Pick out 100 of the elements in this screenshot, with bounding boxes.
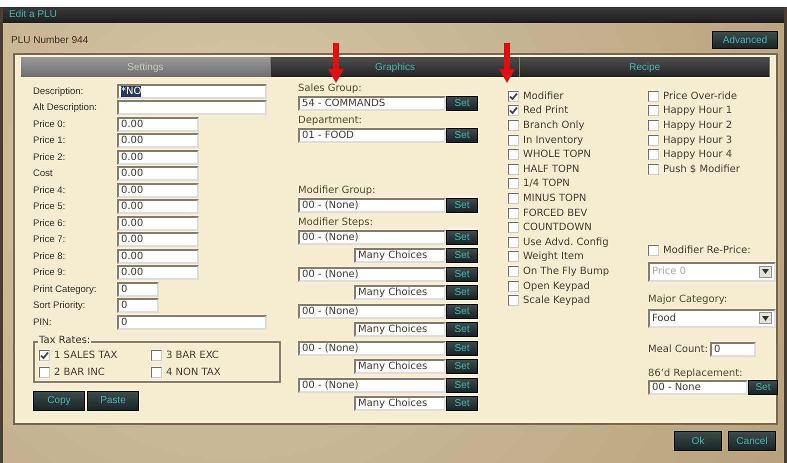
input-field[interactable]: 0 (117, 282, 159, 297)
set-button[interactable]: Set (446, 304, 478, 318)
edit-button[interactable]: Copy (33, 390, 85, 410)
checkbox[interactable] (508, 208, 519, 219)
checkbox-label: Use Advd. Config (523, 236, 609, 248)
checkbox[interactable] (508, 266, 519, 277)
input-field[interactable]: 0 (117, 314, 267, 330)
input-field[interactable]: 00 - (None) (298, 378, 446, 392)
set-button[interactable]: Set (446, 359, 478, 374)
field-label: Description: (33, 86, 84, 97)
set-button[interactable]: Set (446, 396, 478, 411)
checkbox-label: Happy Hour 3 (663, 134, 732, 146)
checkbox[interactable] (508, 105, 519, 116)
checkbox[interactable] (648, 105, 659, 116)
set-button[interactable]: Set (446, 266, 478, 282)
field-label: Price 0: (33, 118, 66, 130)
checkbox[interactable] (508, 295, 519, 306)
dialog-button[interactable]: Ok (674, 431, 722, 451)
checkbox[interactable] (648, 90, 659, 102)
checkbox-label: Happy Hour 4 (663, 149, 732, 160)
checkbox[interactable] (508, 236, 519, 248)
input-field[interactable]: 0.00 (117, 216, 199, 231)
checkbox[interactable] (508, 164, 519, 175)
checkbox-label: Price Over-ride (663, 90, 737, 102)
checkbox[interactable] (39, 366, 50, 378)
set-button[interactable]: Set (446, 198, 478, 212)
set-button[interactable]: Set (446, 230, 478, 244)
input-field[interactable]: 0.00 (117, 199, 199, 214)
input-field[interactable]: 0.00 (117, 265, 199, 280)
input-field[interactable]: 00 - (None) (298, 266, 446, 282)
input-field[interactable]: 0.00 (117, 248, 199, 264)
checkbox-label: Modifier (523, 90, 564, 102)
input-field[interactable]: 00 - None (648, 380, 748, 396)
tab[interactable]: Graphics (270, 57, 520, 77)
checkbox-label: COUNTDOWN (523, 222, 592, 234)
section-label: Modifier Steps: (298, 217, 374, 229)
field-label: Price 7: (33, 234, 66, 246)
field-label: Price 6: (33, 218, 66, 229)
tab[interactable]: Recipe (520, 57, 770, 77)
checkbox-label: 3 BAR EXC (166, 350, 219, 362)
dropdown[interactable]: Food (648, 308, 776, 328)
checkbox[interactable] (39, 350, 50, 362)
checkbox[interactable] (508, 149, 519, 160)
field-label: Price 1: (33, 135, 66, 146)
checkbox[interactable] (508, 134, 519, 146)
checkbox-label: Happy Hour 2 (663, 120, 732, 131)
checkbox[interactable] (151, 366, 162, 378)
checkbox[interactable] (648, 134, 659, 146)
checkbox-label: Weight Item (523, 251, 584, 262)
set-button[interactable]: Set (748, 380, 778, 396)
section-label: Sales Group: (298, 83, 363, 95)
dropdown-caret-icon[interactable] (759, 312, 772, 324)
input-field[interactable]: 00 - (None) (298, 340, 446, 356)
input-field[interactable]: 54 - COMMANDS (298, 96, 446, 110)
input-field[interactable]: Many Choices (354, 396, 446, 411)
checkbox[interactable] (508, 280, 519, 292)
input-field[interactable]: Many Choices (354, 248, 446, 263)
dialog-button[interactable]: Cancel (728, 431, 776, 451)
checkbox[interactable] (648, 164, 659, 175)
input-field[interactable]: 01 - FOOD (298, 128, 446, 142)
input-field[interactable]: 0 (710, 342, 756, 358)
edit-button[interactable]: Paste (87, 390, 139, 410)
checkbox[interactable] (648, 120, 659, 131)
input-field[interactable]: 0.00 (117, 166, 199, 182)
field-label: Price 9: (33, 267, 66, 278)
checkbox[interactable] (151, 350, 162, 362)
set-button[interactable]: Set (446, 285, 478, 300)
field-label: Cost (33, 168, 54, 180)
checkbox-label: WHOLE TOPN (523, 149, 591, 160)
input-field[interactable]: 0.00 (117, 116, 199, 132)
input-field[interactable]: *NO (117, 84, 267, 99)
input-field[interactable]: 0.00 (117, 133, 199, 148)
input-field[interactable]: 0.00 (117, 232, 199, 248)
set-button[interactable]: Set (446, 128, 478, 142)
input-field[interactable]: Many Choices (354, 322, 446, 337)
set-button[interactable]: Set (446, 378, 478, 392)
checkbox-label: HALF TOPN (523, 164, 580, 175)
set-button[interactable]: Set (446, 340, 478, 356)
input-field[interactable]: 00 - (None) (298, 304, 446, 318)
field-label: PIN: (33, 316, 52, 328)
checkbox[interactable] (508, 178, 519, 190)
set-button[interactable]: Set (446, 96, 478, 110)
input-field[interactable]: 0.00 (117, 150, 199, 165)
checkbox[interactable] (648, 149, 659, 160)
input-field[interactable]: Many Choices (354, 359, 446, 374)
checkbox[interactable] (508, 222, 519, 234)
checkbox[interactable] (508, 251, 519, 262)
checkbox-label: Modifier Re-Price: (663, 245, 751, 256)
input-field[interactable]: 0 (117, 298, 159, 314)
advanced-button[interactable]: Advanced (712, 31, 778, 49)
input-field[interactable]: 00 - (None) (298, 230, 446, 244)
set-button[interactable]: Set (446, 322, 478, 337)
checkbox[interactable] (508, 192, 519, 204)
input-field[interactable] (117, 100, 267, 116)
set-button[interactable]: Set (446, 248, 478, 263)
input-field[interactable]: Many Choices (354, 285, 446, 300)
input-field[interactable]: 00 - (None) (298, 198, 446, 212)
input-field[interactable]: 0.00 (117, 182, 199, 198)
checkbox[interactable] (508, 120, 519, 131)
checkbox[interactable] (508, 90, 519, 102)
